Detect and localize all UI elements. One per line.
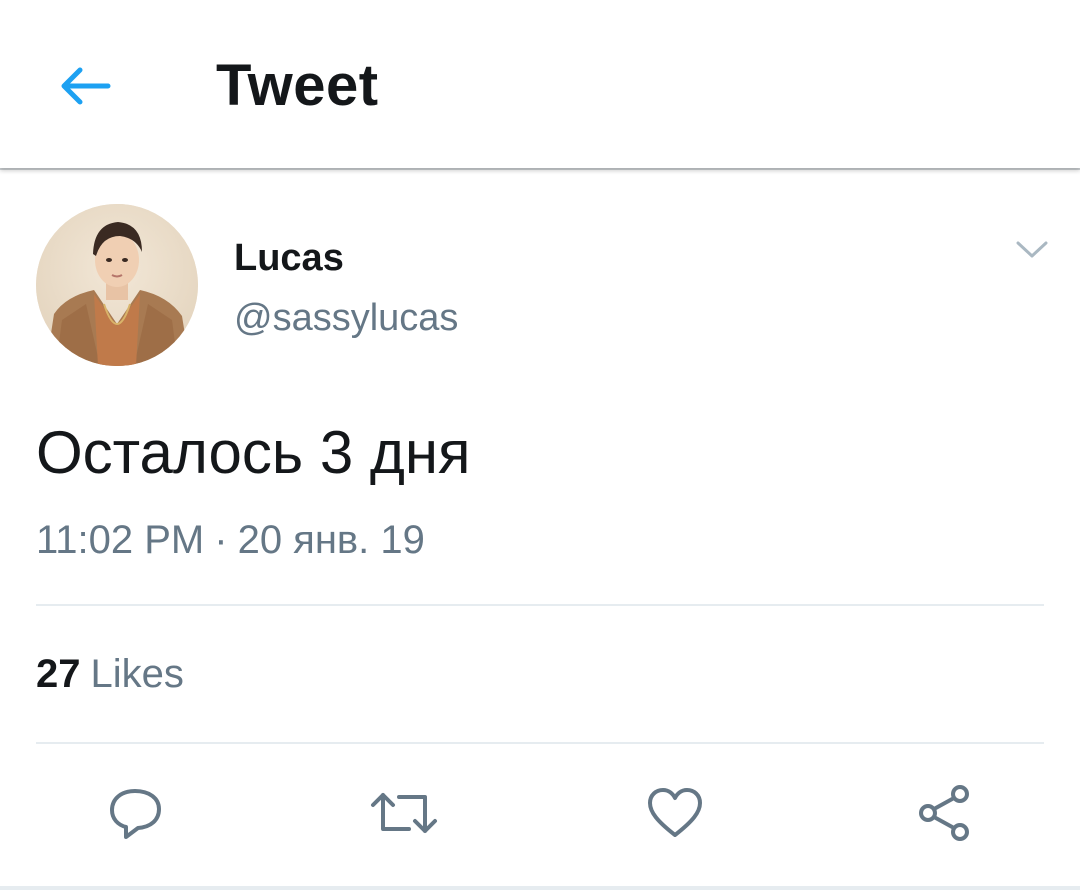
likes-stat[interactable]: 27 Likes xyxy=(36,650,184,698)
heart-icon xyxy=(648,788,702,837)
divider xyxy=(36,742,1044,744)
avatar-image xyxy=(36,204,198,366)
app-header: Tweet xyxy=(0,0,1080,168)
retweet-button[interactable] xyxy=(369,778,439,848)
divider xyxy=(36,604,1044,606)
arrow-left-icon xyxy=(61,67,111,105)
page-title: Tweet xyxy=(216,53,379,118)
share-button[interactable] xyxy=(910,778,980,848)
author-handle[interactable]: @sassylucas xyxy=(234,296,458,340)
meta-separator: · xyxy=(214,518,228,562)
likes-label: Likes xyxy=(90,652,184,696)
tweet-detail-screen: Tweet Lucas @sassylucas Осталось 3 дня 1… xyxy=(0,0,1080,890)
back-button[interactable] xyxy=(52,54,116,118)
header-divider xyxy=(0,168,1080,170)
reply-icon xyxy=(110,789,161,839)
author-name[interactable]: Lucas xyxy=(234,236,344,280)
tweet-text: Осталось 3 дня xyxy=(36,419,471,486)
tweet-options-button[interactable] xyxy=(1008,228,1056,272)
avatar[interactable] xyxy=(36,204,198,366)
reply-button[interactable] xyxy=(100,778,170,848)
tweet-date: 20 янв. 19 xyxy=(237,518,425,562)
retweet-icon xyxy=(371,793,437,833)
bottom-divider xyxy=(0,886,1080,890)
likes-count: 27 xyxy=(36,652,81,696)
chevron-down-icon xyxy=(1016,241,1048,258)
tweet-time: 11:02 PM xyxy=(36,518,205,562)
share-icon xyxy=(919,785,969,841)
tweet-timestamp: 11:02 PM · 20 янв. 19 xyxy=(36,516,425,564)
like-button[interactable] xyxy=(640,778,710,848)
